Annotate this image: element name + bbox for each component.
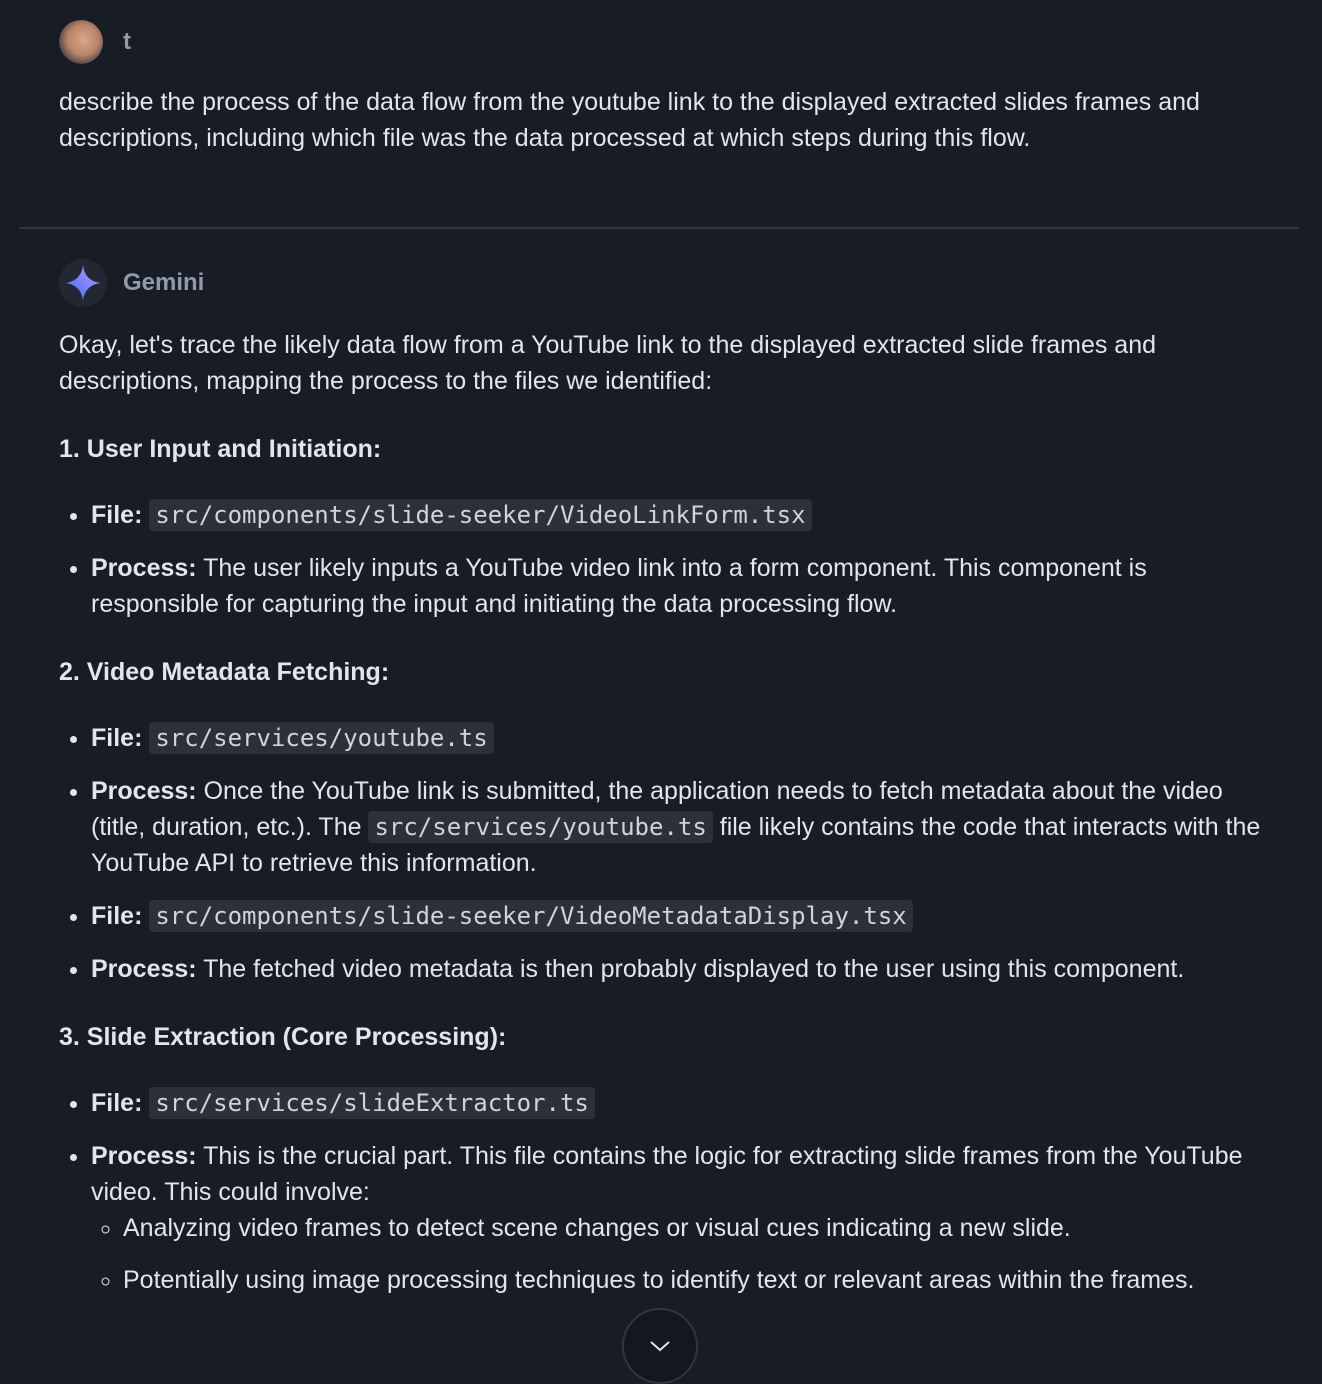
section-title: 2. Video Metadata Fetching: — [59, 658, 390, 686]
intro-text: Okay, let's trace the likely data flow f… — [59, 331, 1157, 395]
code-file: src/components/slide-seeker/VideoMetadat… — [149, 900, 913, 932]
list-item: Process: This is the crucial part. This … — [91, 1138, 1262, 1298]
file-label: File: — [91, 724, 143, 752]
section-title: 1. User Input and Initiation: — [59, 435, 382, 463]
process-text: The fetched video metadata is then proba… — [203, 955, 1185, 983]
list-item: Process: The user likely inputs a YouTub… — [91, 550, 1262, 622]
list-item: File: src/components/slide-seeker/VideoM… — [91, 898, 1262, 934]
divider — [19, 227, 1299, 229]
list-item: Process: Once the YouTube link is submit… — [91, 773, 1262, 881]
user-message: t describe the process of the data flow … — [59, 20, 1262, 156]
sub-list-item: Analyzing video frames to detect scene c… — [123, 1210, 1262, 1246]
sparkle-icon — [64, 264, 102, 302]
process-text: The user likely inputs a YouTube video l… — [91, 554, 1147, 618]
file-label: File: — [91, 1089, 143, 1117]
chevron-down-icon — [650, 1341, 670, 1352]
scroll-down-button[interactable] — [622, 1308, 698, 1384]
process-label: Process: — [91, 777, 197, 805]
file-label: File: — [91, 501, 143, 529]
code-file: src/components/slide-seeker/VideoLinkFor… — [149, 499, 812, 531]
user-name: t — [123, 28, 131, 55]
process-label: Process: — [91, 955, 197, 983]
list-item: File: src/components/slide-seeker/VideoL… — [91, 497, 1262, 533]
section-list: File: src/services/youtube.ts Process: O… — [59, 720, 1262, 987]
section-list: File: src/components/slide-seeker/VideoL… — [59, 497, 1262, 622]
code-file: src/services/slideExtractor.ts — [149, 1087, 595, 1119]
list-item: Process: The fetched video metadata is t… — [91, 951, 1262, 987]
code-file: src/services/youtube.ts — [149, 722, 494, 754]
list-item: File: src/services/youtube.ts — [91, 720, 1262, 756]
file-label: File: — [91, 902, 143, 930]
sub-list-item: Potentially using image processing techn… — [123, 1262, 1262, 1298]
sub-list: Analyzing video frames to detect scene c… — [91, 1210, 1262, 1298]
assistant-name: Gemini — [123, 269, 205, 296]
user-avatar — [59, 20, 103, 64]
process-label: Process: — [91, 554, 197, 582]
section-list: File: src/services/slideExtractor.ts Pro… — [59, 1085, 1262, 1298]
process-text: This is the crucial part. This file cont… — [91, 1142, 1243, 1206]
section-title: 3. Slide Extraction (Core Processing): — [59, 1023, 507, 1051]
list-item: File: src/services/slideExtractor.ts — [91, 1085, 1262, 1121]
user-message-text: describe the process of the data flow fr… — [59, 88, 1200, 152]
assistant-message: Gemini Okay, let's trace the likely data… — [59, 259, 1262, 1315]
process-label: Process: — [91, 1142, 197, 1170]
code-file: src/services/youtube.ts — [368, 811, 713, 843]
gemini-avatar — [59, 259, 107, 307]
